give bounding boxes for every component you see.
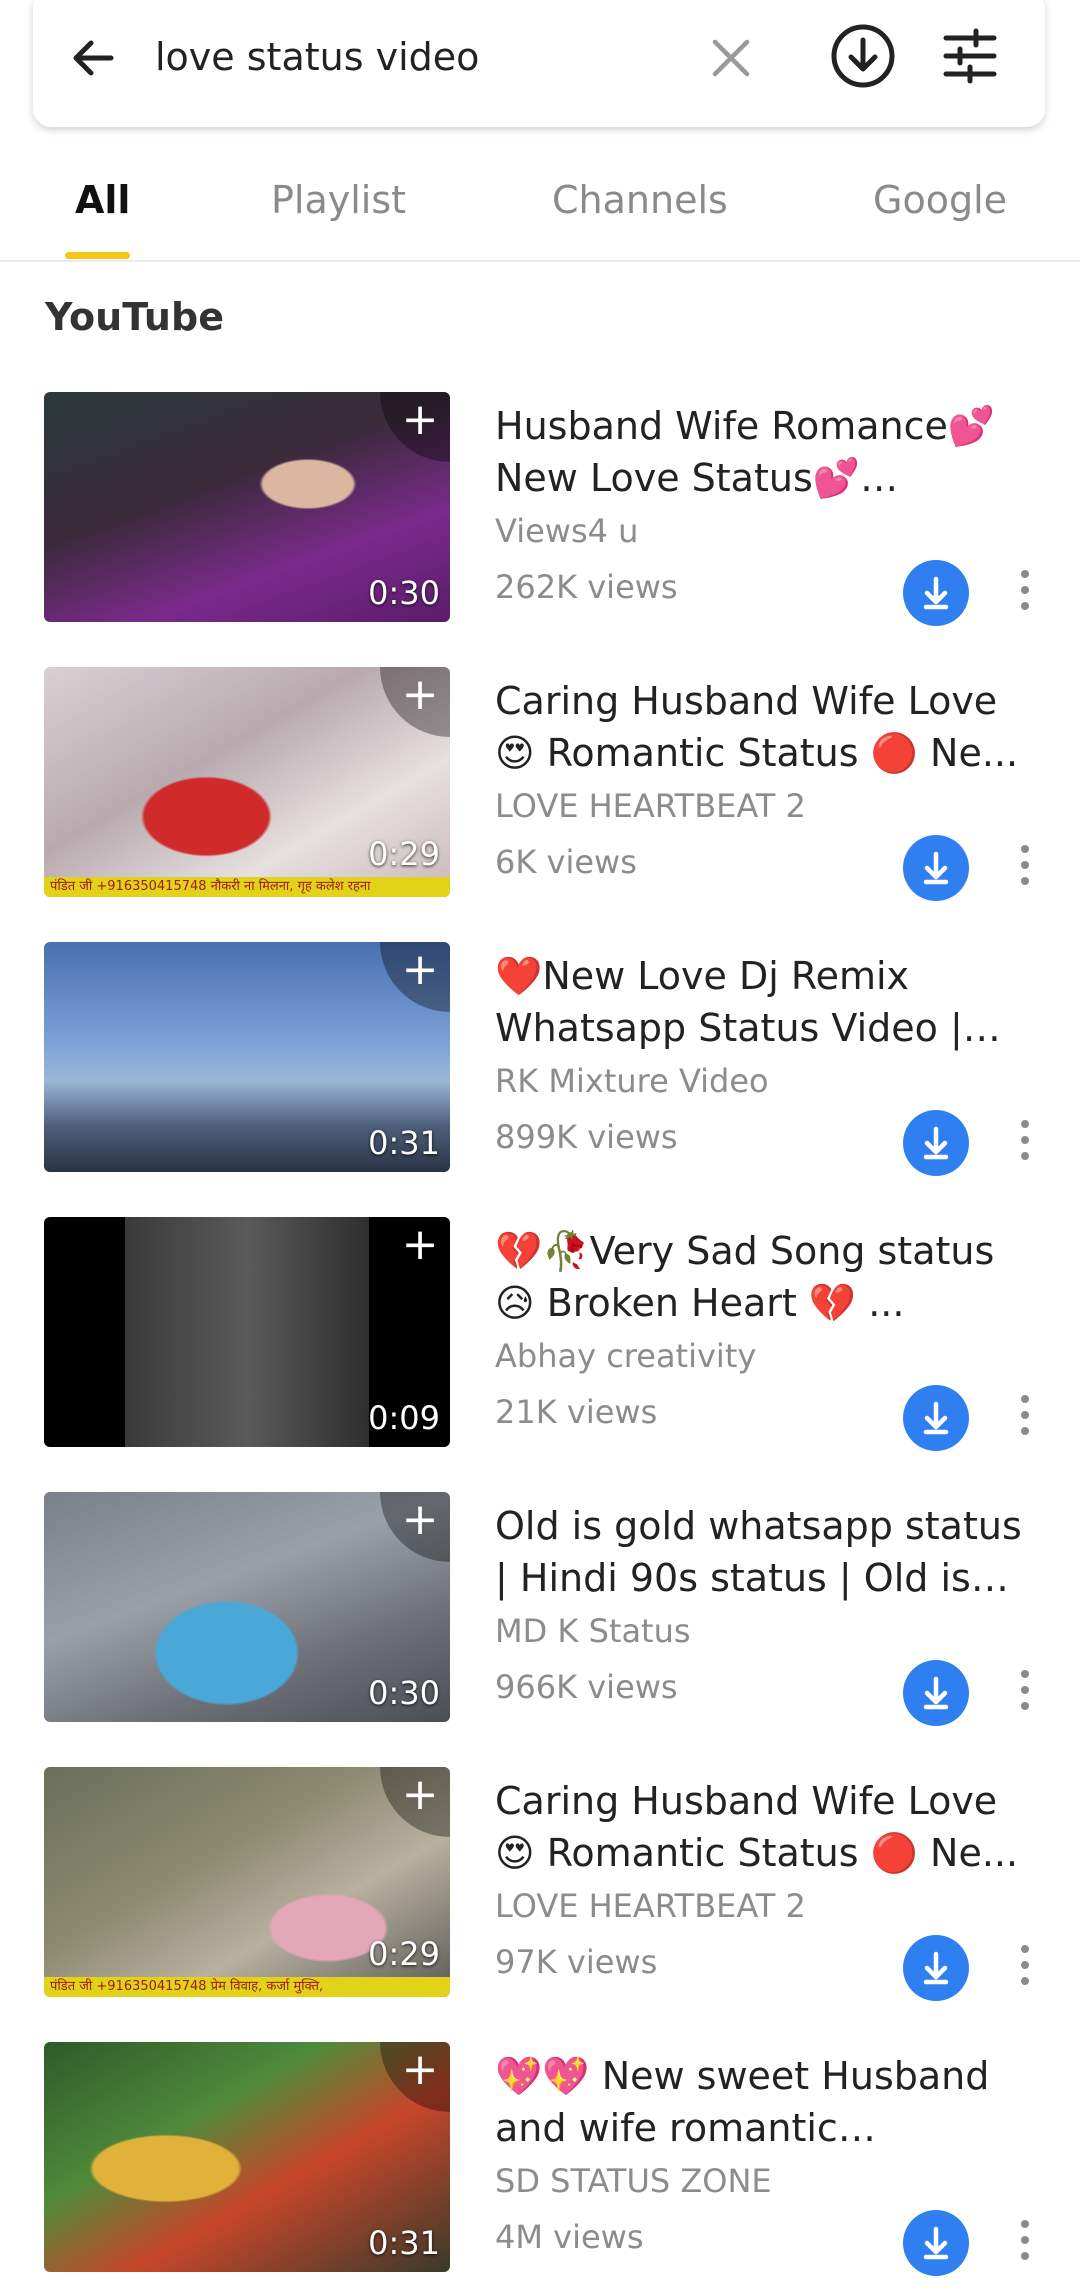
more-vertical-icon <box>1021 1670 1029 1678</box>
video-thumbnail[interactable]: + 0:31 <box>44 2042 450 2272</box>
more-vertical-icon <box>1021 2220 1029 2228</box>
video-title[interactable]: Caring Husband Wife Love 😍 Romantic Stat… <box>495 1775 1035 1879</box>
tab-google[interactable]: Google <box>873 178 1007 222</box>
video-thumbnail[interactable]: + 0:31 <box>44 942 450 1172</box>
result-item[interactable]: + 0:09 💔🥀Very Sad Song status 😥 Broken H… <box>0 1217 1080 1457</box>
more-vertical-icon <box>1021 1945 1029 1953</box>
video-title[interactable]: Husband Wife Romance💕 New Love Status💕 R… <box>495 400 1035 504</box>
download-icon <box>923 1126 949 1160</box>
download-button[interactable] <box>903 1660 969 1726</box>
view-count: 21K views <box>495 1393 658 1431</box>
video-title[interactable]: 💔🥀Very Sad Song status 😥 Broken Heart 💔 … <box>495 1225 1035 1329</box>
video-duration: 0:30 <box>368 1674 440 1712</box>
download-button[interactable] <box>903 1110 969 1176</box>
video-title[interactable]: Caring Husband Wife Love 😍 Romantic Stat… <box>495 675 1035 779</box>
add-to-queue-icon[interactable]: + <box>380 1217 450 1287</box>
more-vertical-icon <box>1021 570 1029 578</box>
add-to-queue-icon[interactable]: + <box>380 2042 450 2112</box>
add-to-queue-icon[interactable]: + <box>380 392 450 462</box>
more-options-button[interactable] <box>1010 1664 1040 1724</box>
search-results-page: love status video All Playlist Channels <box>0 0 1080 2295</box>
more-options-button[interactable] <box>1010 564 1040 624</box>
more-options-button[interactable] <box>1010 2214 1040 2274</box>
download-button[interactable] <box>903 1385 969 1451</box>
add-to-queue-icon[interactable]: + <box>380 942 450 1012</box>
channel-name[interactable]: LOVE HEARTBEAT 2 <box>495 787 806 825</box>
video-title[interactable]: 💖💖 New sweet Husband and wife romantic W… <box>495 2050 1035 2154</box>
view-count: 899K views <box>495 1118 678 1156</box>
download-icon <box>923 1401 949 1435</box>
active-tab-indicator <box>65 252 130 259</box>
search-bar: love status video <box>33 0 1045 127</box>
result-item[interactable]: + 0:30 Husband Wife Romance💕 New Love St… <box>0 392 1080 632</box>
video-thumbnail[interactable]: + 0:30 <box>44 1492 450 1722</box>
download-button[interactable] <box>903 2210 969 2276</box>
video-duration: 0:29 <box>368 1935 440 1973</box>
download-icon <box>923 1676 949 1710</box>
video-title[interactable]: Old is gold whatsapp status | Hindi 90s … <box>495 1500 1035 1604</box>
video-duration: 0:31 <box>368 1124 440 1162</box>
result-item[interactable]: + 0:29 पंडित जी +916350415748 नौकरी ना म… <box>0 667 1080 907</box>
view-count: 4M views <box>495 2218 644 2256</box>
tab-channels[interactable]: Channels <box>552 178 728 222</box>
close-icon <box>712 39 750 77</box>
video-thumbnail[interactable]: + 0:29 पंडित जी +916350415748 नौकरी ना म… <box>44 667 450 897</box>
tab-playlist[interactable]: Playlist <box>271 178 406 222</box>
more-options-button[interactable] <box>1010 1939 1040 1999</box>
video-title[interactable]: ❤️New Love Dj Remix Whatsapp Status Vide… <box>495 950 1035 1054</box>
more-vertical-icon <box>1021 1120 1029 1128</box>
clear-search-button[interactable] <box>701 28 761 88</box>
video-thumbnail[interactable]: + 0:09 <box>44 1217 450 1447</box>
section-title: YouTube <box>45 295 224 339</box>
view-count: 966K views <box>495 1668 678 1706</box>
back-button[interactable] <box>63 28 123 88</box>
downloads-button[interactable] <box>827 20 899 92</box>
download-button[interactable] <box>903 560 969 626</box>
add-to-queue-icon[interactable]: + <box>380 1492 450 1562</box>
tab-bar: All Playlist Channels Google <box>0 170 1080 262</box>
download-button[interactable] <box>903 1935 969 2001</box>
result-item[interactable]: + 0:31 ❤️New Love Dj Remix Whatsapp Stat… <box>0 942 1080 1182</box>
more-vertical-icon <box>1021 845 1029 853</box>
channel-name[interactable]: Abhay creativity <box>495 1337 756 1375</box>
download-icon <box>923 1951 949 1985</box>
view-count: 6K views <box>495 843 637 881</box>
video-duration: 0:31 <box>368 2224 440 2262</box>
channel-name[interactable]: Views4 u <box>495 512 638 550</box>
result-item[interactable]: + 0:30 Old is gold whatsapp status | Hin… <box>0 1492 1080 1732</box>
add-to-queue-icon[interactable]: + <box>380 667 450 737</box>
thumbnail-banner: पंडित जी +916350415748 प्रेम विवाह, कर्ज… <box>44 1977 450 1997</box>
channel-name[interactable]: SD STATUS ZONE <box>495 2162 772 2200</box>
download-icon <box>923 2226 949 2260</box>
download-icon <box>923 851 949 885</box>
more-vertical-icon <box>1021 1395 1029 1403</box>
search-input[interactable]: love status video <box>155 32 479 82</box>
more-options-button[interactable] <box>1010 1389 1040 1449</box>
sliders-icon <box>943 28 997 84</box>
thumbnail-banner: पंडित जी +916350415748 नौकरी ना मिलना, ग… <box>44 877 450 897</box>
add-to-queue-icon[interactable]: + <box>380 1767 450 1837</box>
video-duration: 0:29 <box>368 835 440 873</box>
more-options-button[interactable] <box>1010 839 1040 899</box>
download-icon <box>923 576 949 610</box>
channel-name[interactable]: MD K Status <box>495 1612 691 1650</box>
view-count: 97K views <box>495 1943 658 1981</box>
view-count: 262K views <box>495 568 678 606</box>
more-options-button[interactable] <box>1010 1114 1040 1174</box>
arrow-left-icon <box>73 40 114 76</box>
video-thumbnail[interactable]: + 0:29 पंडित जी +916350415748 प्रेम विवा… <box>44 1767 450 1997</box>
video-duration: 0:09 <box>368 1399 440 1437</box>
channel-name[interactable]: RK Mixture Video <box>495 1062 769 1100</box>
video-duration: 0:30 <box>368 574 440 612</box>
download-button[interactable] <box>903 835 969 901</box>
download-circle-icon <box>831 24 895 88</box>
video-thumbnail[interactable]: + 0:30 <box>44 392 450 622</box>
filter-button[interactable] <box>938 24 1002 88</box>
channel-name[interactable]: LOVE HEARTBEAT 2 <box>495 1887 806 1925</box>
tab-all[interactable]: All <box>75 178 130 222</box>
result-item[interactable]: + 0:31 💖💖 New sweet Husband and wife rom… <box>0 2042 1080 2282</box>
result-item[interactable]: + 0:29 पंडित जी +916350415748 प्रेम विवा… <box>0 1767 1080 2007</box>
